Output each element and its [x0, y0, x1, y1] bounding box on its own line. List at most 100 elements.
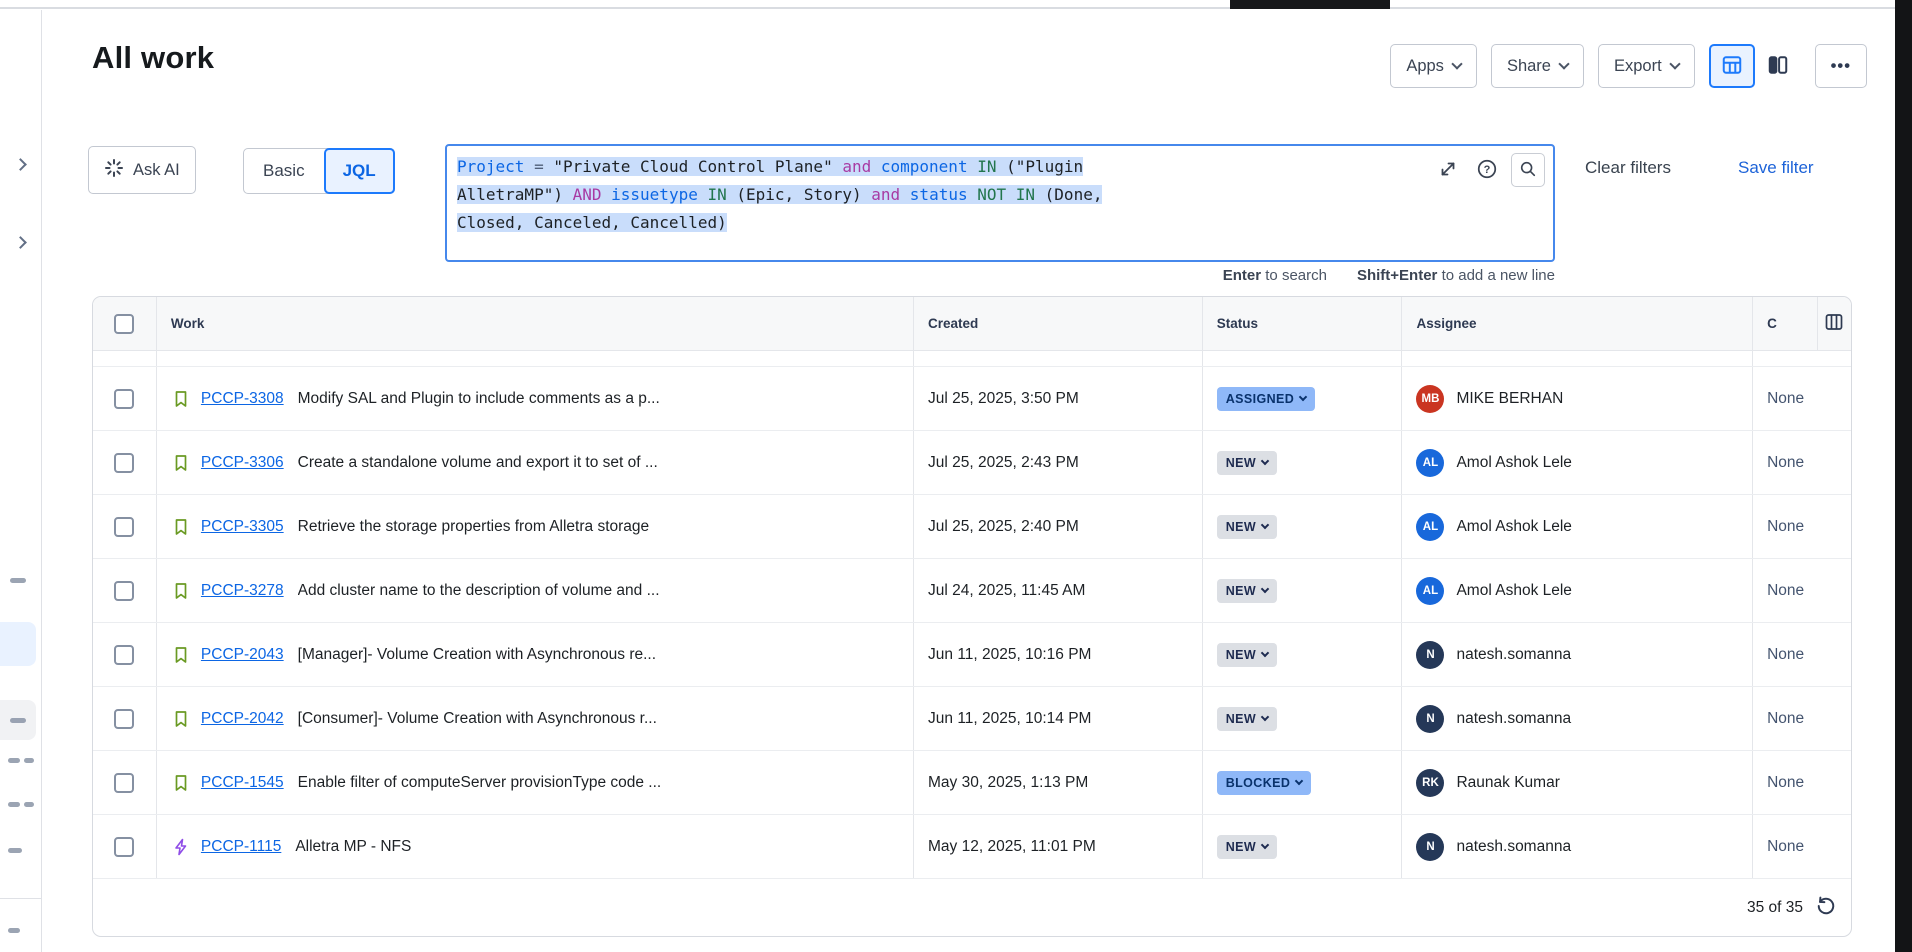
select-cell [93, 815, 156, 878]
status-badge[interactable]: NEW [1217, 707, 1277, 731]
column-header-work[interactable]: Work [156, 297, 913, 350]
table-header: Work Created Status Assignee C [93, 297, 1851, 351]
issue-summary[interactable]: Modify SAL and Plugin to include comment… [298, 390, 660, 408]
status-cell: NEW [1202, 687, 1402, 750]
assignee-cell: N natesh.somanna [1401, 815, 1752, 878]
select-row-checkbox[interactable] [114, 517, 134, 537]
shift-enter-key-hint: Shift+Enter [1357, 267, 1437, 284]
select-cell [93, 559, 156, 622]
created-value: Jul 25, 2025, 2:40 PM [928, 518, 1079, 536]
status-badge[interactable]: BLOCKED [1217, 771, 1312, 795]
issue-summary[interactable]: Retrieve the storage properties from All… [298, 518, 650, 536]
select-row-checkbox[interactable] [114, 389, 134, 409]
syntax-help-button[interactable]: ? [1472, 155, 1502, 185]
issue-key-link[interactable]: PCCP-1545 [201, 774, 284, 792]
column-header-created[interactable]: Created [913, 297, 1202, 350]
column-header-c[interactable]: C [1752, 297, 1817, 350]
status-cell: BLOCKED [1202, 751, 1402, 814]
basic-mode-button[interactable]: Basic [244, 149, 324, 193]
status-label: ASSIGNED [1226, 392, 1295, 406]
select-row-checkbox[interactable] [114, 709, 134, 729]
issue-key-link[interactable]: PCCP-1115 [201, 838, 281, 856]
split-view-button[interactable] [1755, 44, 1801, 88]
select-row-checkbox[interactable] [114, 773, 134, 793]
issue-key-link[interactable]: PCCP-3308 [201, 390, 284, 408]
story-icon [171, 389, 191, 409]
select-row-checkbox[interactable] [114, 645, 134, 665]
chevron-down-icon [1261, 649, 1269, 657]
select-row-checkbox[interactable] [114, 453, 134, 473]
table-view-icon [1721, 54, 1743, 79]
search-button[interactable] [1511, 153, 1545, 187]
enter-key-hint: Enter [1223, 267, 1261, 284]
status-badge[interactable]: NEW [1217, 835, 1277, 859]
avatar: N [1416, 833, 1444, 861]
issue-key-link[interactable]: PCCP-3278 [201, 582, 284, 600]
issue-key-link[interactable]: PCCP-2043 [201, 646, 284, 664]
ai-sparkle-icon [104, 158, 124, 183]
select-row-checkbox[interactable] [114, 581, 134, 601]
issue-summary[interactable]: Create a standalone volume and export it… [298, 454, 658, 472]
column-settings-cell [1817, 297, 1851, 350]
c-value: None [1767, 390, 1804, 408]
column-header-assignee[interactable]: Assignee [1401, 297, 1752, 350]
assignee-cell: AL Amol Ashok Lele [1401, 559, 1752, 622]
issue-key-link[interactable]: PCCP-2042 [201, 710, 284, 728]
jql-input[interactable]: Project = "Private Cloud Control Plane" … [445, 144, 1555, 262]
jql-actions: ? [1433, 153, 1545, 187]
c-value: None [1767, 774, 1804, 792]
created-cell: May 30, 2025, 1:13 PM [913, 751, 1202, 814]
sidebar-selected-item[interactable] [0, 622, 36, 666]
issue-summary[interactable]: Add cluster name to the description of v… [298, 582, 660, 600]
sidebar-item[interactable] [0, 700, 36, 740]
issue-key-link[interactable]: PCCP-3306 [201, 454, 284, 472]
extra-column-cell: None [1752, 559, 1851, 622]
assignee-name: Amol Ashok Lele [1456, 518, 1571, 536]
table-view-button[interactable] [1709, 44, 1755, 88]
avatar: MB [1416, 385, 1444, 413]
work-items-table: Work Created Status Assignee C [92, 296, 1852, 937]
table-row: PCCP-3306 Create a standalone volume and… [93, 431, 1851, 495]
apps-button[interactable]: Apps [1390, 44, 1477, 88]
status-badge[interactable]: NEW [1217, 515, 1277, 539]
work-cell: PCCP-2043 [Manager]- Volume Creation wit… [156, 623, 913, 686]
ask-ai-button[interactable]: Ask AI [88, 146, 196, 194]
chevron-right-icon[interactable] [14, 158, 27, 171]
jql-mode-button[interactable]: JQL [324, 148, 395, 194]
created-value: Jul 24, 2025, 11:45 AM [928, 582, 1085, 600]
extra-column-cell: None [1752, 687, 1851, 750]
status-label: NEW [1226, 584, 1256, 598]
status-badge[interactable]: NEW [1217, 643, 1277, 667]
created-cell: Jul 25, 2025, 2:43 PM [913, 431, 1202, 494]
expand-editor-button[interactable] [1433, 155, 1463, 185]
issue-key-link[interactable]: PCCP-3305 [201, 518, 284, 536]
chevron-right-icon[interactable] [14, 236, 27, 249]
issue-summary[interactable]: [Consumer]- Volume Creation with Asynchr… [298, 710, 657, 728]
table-body: PCCP-3308 Modify SAL and Plugin to inclu… [93, 367, 1851, 879]
status-badge[interactable]: NEW [1217, 451, 1277, 475]
share-button[interactable]: Share [1491, 44, 1584, 88]
column-header-status[interactable]: Status [1202, 297, 1402, 350]
select-cell [93, 367, 156, 430]
status-badge[interactable]: ASSIGNED [1217, 387, 1316, 411]
issue-summary[interactable]: [Manager]- Volume Creation with Asynchro… [298, 646, 656, 664]
select-all-checkbox[interactable] [114, 314, 134, 334]
refresh-button[interactable] [1815, 895, 1837, 920]
work-cell: PCCP-3305 Retrieve the storage propertie… [156, 495, 913, 558]
save-filter-button[interactable]: Save filter [1738, 158, 1814, 178]
more-actions-button[interactable]: ••• [1815, 44, 1867, 88]
column-settings-button[interactable] [1824, 312, 1844, 335]
issue-summary[interactable]: Enable filter of computeServer provision… [298, 774, 662, 792]
table-row: PCCP-3305 Retrieve the storage propertie… [93, 495, 1851, 559]
issue-summary[interactable]: Alletra MP - NFS [295, 838, 411, 856]
select-row-checkbox[interactable] [114, 837, 134, 857]
export-button[interactable]: Export [1598, 44, 1695, 88]
clear-filters-button[interactable]: Clear filters [1585, 158, 1671, 178]
scrolled-row-sliver [93, 351, 1851, 367]
story-icon [171, 517, 191, 537]
table-row: PCCP-1545 Enable filter of computeServer… [93, 751, 1851, 815]
work-cell: PCCP-2042 [Consumer]- Volume Creation wi… [156, 687, 913, 750]
status-label: NEW [1226, 648, 1256, 662]
extra-column-cell: None [1752, 815, 1851, 878]
status-badge[interactable]: NEW [1217, 579, 1277, 603]
